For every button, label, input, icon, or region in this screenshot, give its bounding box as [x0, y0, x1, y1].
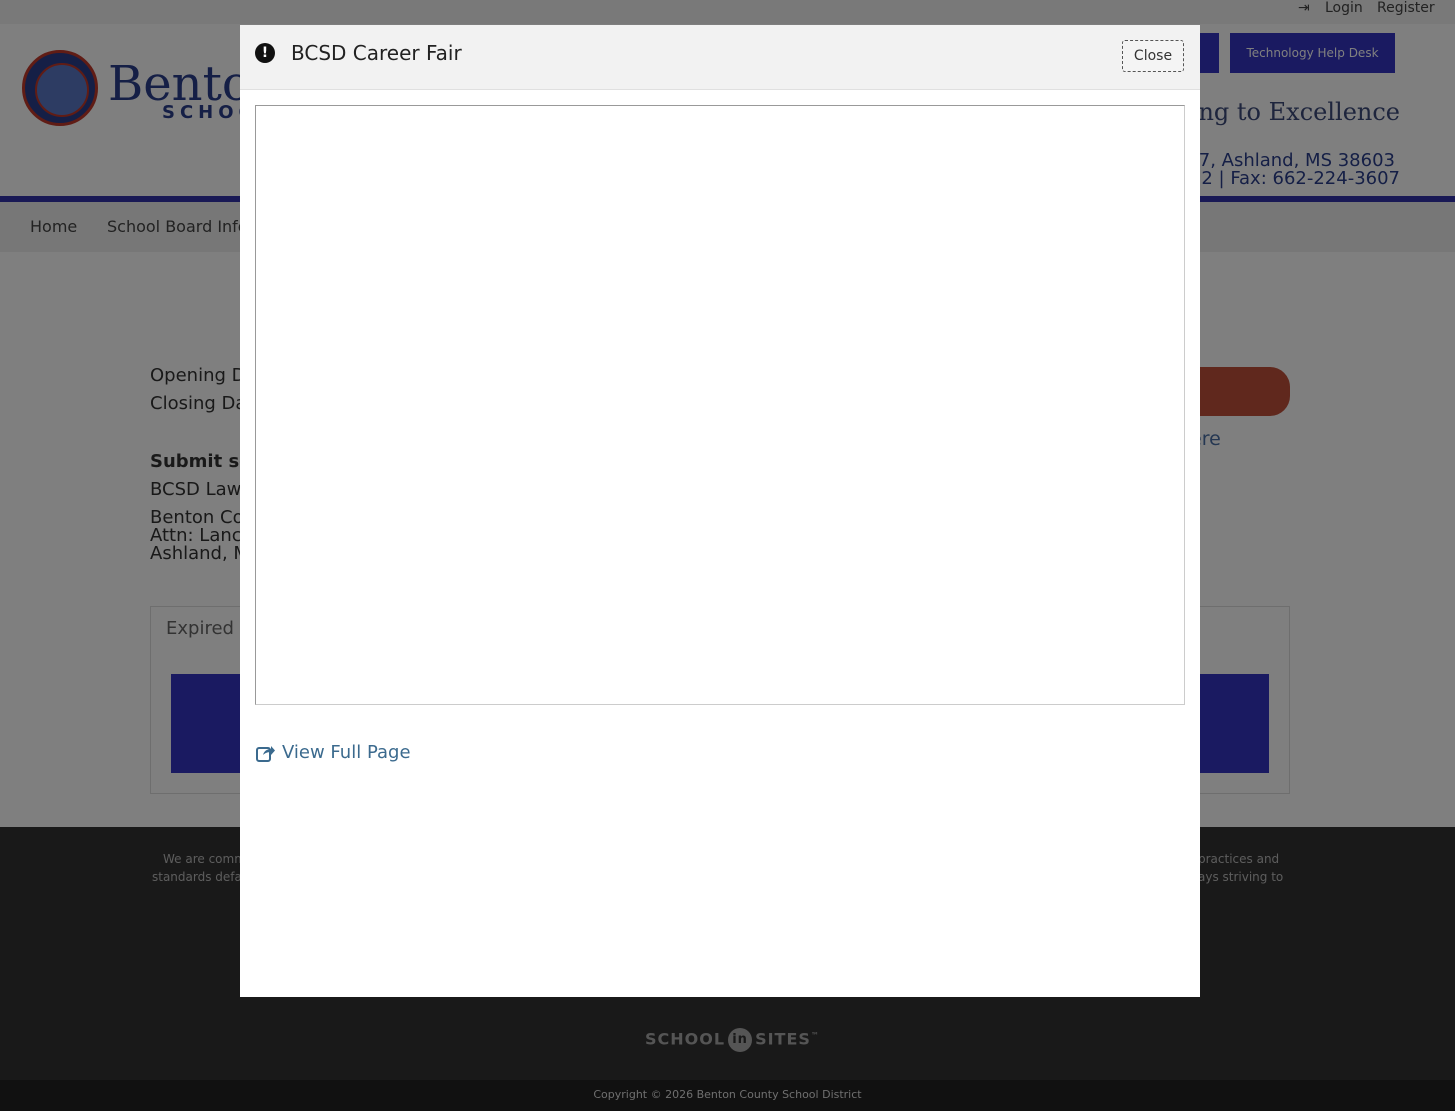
- modal-header: ! BCSD Career Fair Close: [240, 25, 1200, 90]
- modal-title: BCSD Career Fair: [291, 41, 462, 65]
- career-fair-modal: ! BCSD Career Fair Close View Full Page: [240, 25, 1200, 997]
- view-full-page-label: View Full Page: [282, 742, 411, 763]
- close-button[interactable]: Close: [1122, 40, 1184, 72]
- exclamation-circle-icon: !: [255, 43, 275, 63]
- embedded-content-frame[interactable]: [255, 105, 1185, 705]
- external-share-icon: [256, 745, 275, 762]
- view-full-page-link[interactable]: View Full Page: [256, 742, 411, 763]
